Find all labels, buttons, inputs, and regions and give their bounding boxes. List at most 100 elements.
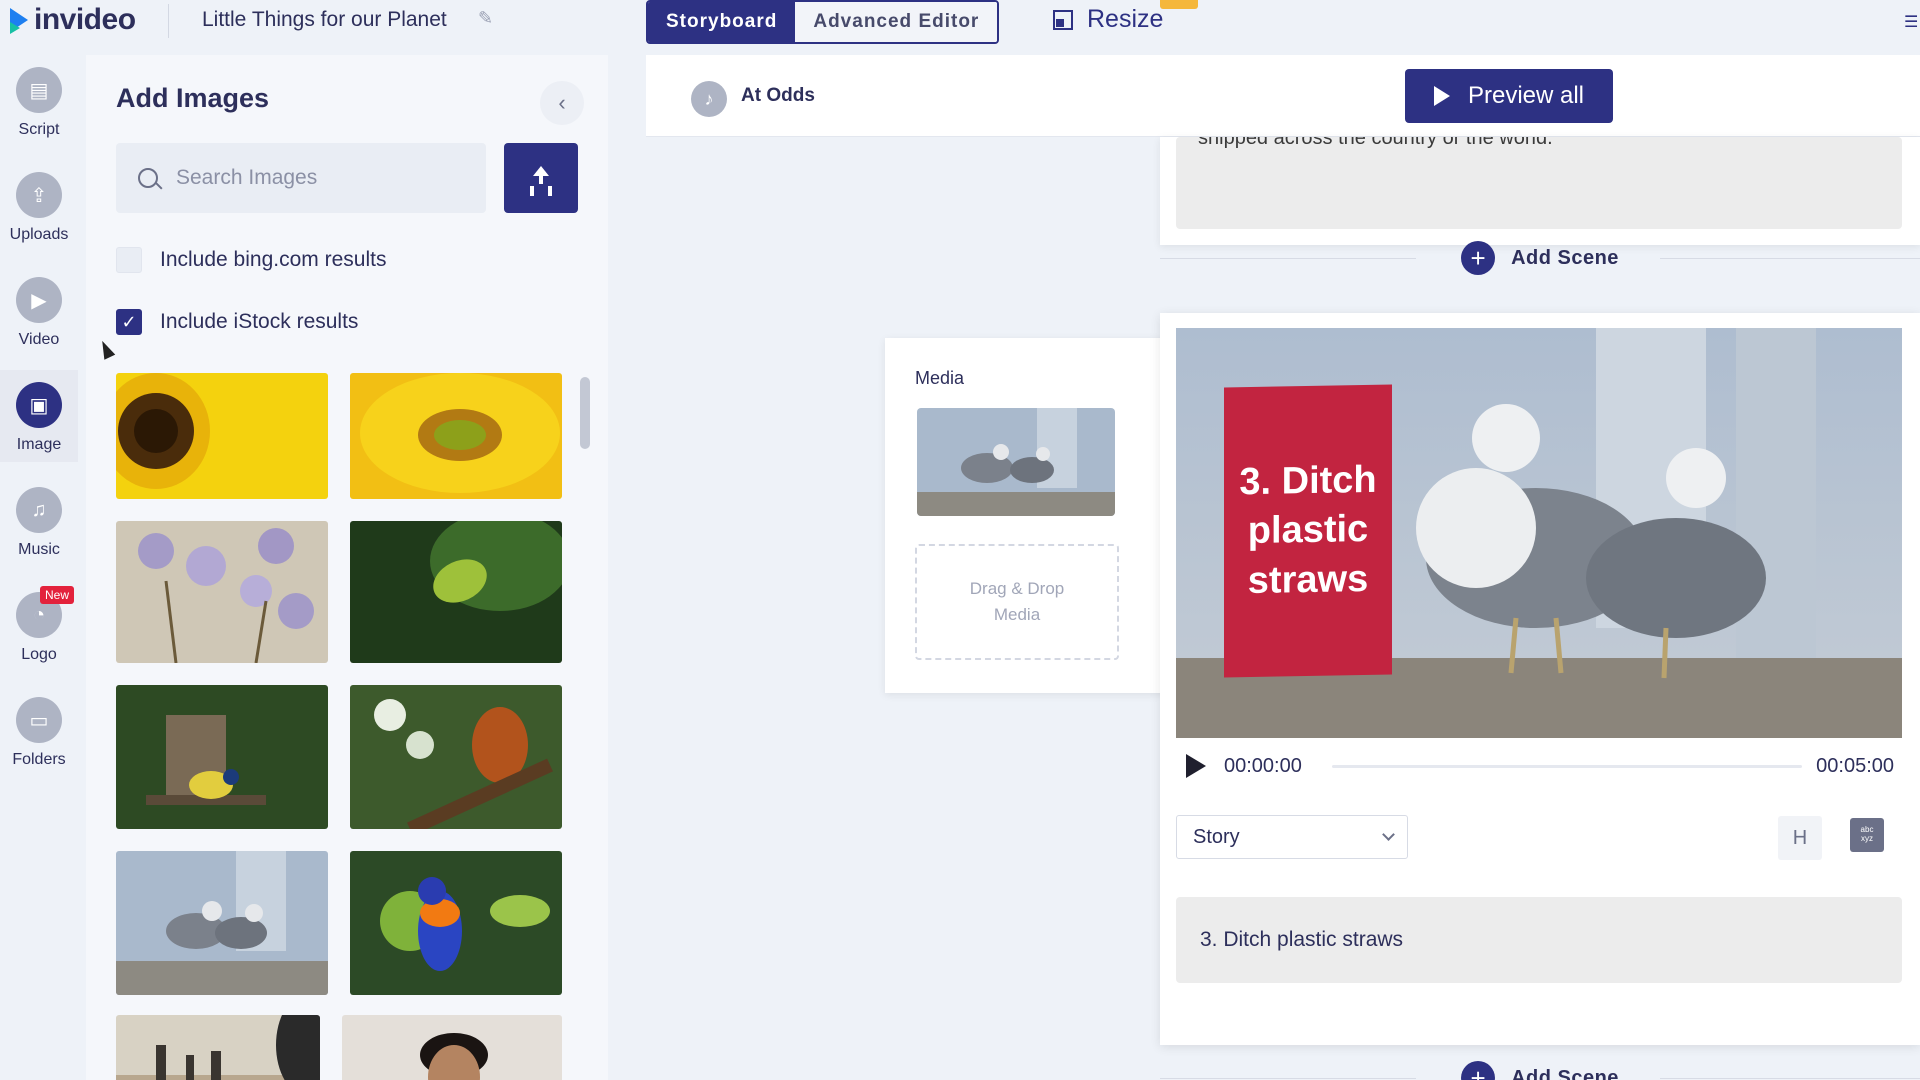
scene-player-controls: 00:00:00 00:05:00 xyxy=(1176,741,1902,791)
image-thumb[interactable] xyxy=(350,521,562,663)
image-thumb[interactable] xyxy=(116,521,328,663)
heading-button[interactable]: H xyxy=(1778,816,1822,860)
panel-scrollbar[interactable] xyxy=(580,377,590,449)
invideo-logo[interactable]: invideo xyxy=(10,2,136,38)
green-bud-image xyxy=(350,521,562,663)
resize-button[interactable]: Resize xyxy=(1053,5,1163,34)
scene-text-box[interactable]: 3. Ditch plastic straws xyxy=(1176,897,1902,983)
chevron-down-icon xyxy=(1382,828,1395,841)
text-case-button[interactable]: abc xyz xyxy=(1850,818,1884,852)
upload-icon xyxy=(530,166,552,190)
rail-item-image[interactable]: ▣ Image xyxy=(0,370,78,462)
rail-item-logo[interactable]: ◔ Logo New xyxy=(0,580,78,672)
timeline-scrubber[interactable] xyxy=(1331,764,1803,768)
panel-title: Add Images xyxy=(116,83,270,113)
media-thumbnail[interactable] xyxy=(917,408,1115,516)
sunflower-image xyxy=(116,373,328,499)
image-thumb[interactable] xyxy=(116,373,328,499)
plus-icon: + xyxy=(1461,1061,1496,1080)
image-icon: ▣ xyxy=(16,382,62,428)
logo-play-icon xyxy=(10,8,28,34)
istock-label: Include iStock results xyxy=(160,310,359,333)
project-title[interactable]: Little Things for our Planet xyxy=(202,8,447,32)
advanced-editor-tab[interactable]: Advanced Editor xyxy=(795,2,998,42)
end-time: 00:05:00 xyxy=(1816,754,1894,777)
portrait-image xyxy=(342,1015,562,1080)
rail-label: Video xyxy=(18,331,60,348)
search-icon xyxy=(138,168,158,188)
rail-label: Logo xyxy=(21,646,57,663)
divider xyxy=(168,4,169,38)
scene-preview[interactable]: 3. Ditch plastic straws xyxy=(1176,328,1902,738)
sunflower-closeup-image xyxy=(350,373,562,499)
image-thumb[interactable] xyxy=(350,373,562,499)
media-drop-zone[interactable]: Drag & Drop Media xyxy=(915,544,1119,660)
add-scene-label: Add Scene xyxy=(1511,246,1619,269)
storyboard-main: ♪ At Odds Preview all shipped across the… xyxy=(646,55,1920,1080)
bing-checkbox[interactable] xyxy=(116,247,142,273)
lavender-flowers-image xyxy=(116,521,328,663)
istock-checkbox[interactable]: ✓ xyxy=(116,309,142,335)
rail-label: Uploads xyxy=(9,226,69,243)
scene-type-select[interactable]: Story xyxy=(1176,815,1408,859)
seagulls-image xyxy=(116,851,328,995)
squirrel-image xyxy=(350,685,562,829)
image-grid xyxy=(116,373,586,1080)
chevron-left-icon: ‹ xyxy=(558,90,566,115)
folder-icon: ▭ xyxy=(16,697,62,743)
istock-option[interactable]: ✓ Include iStock results xyxy=(116,309,358,335)
music-note-icon: ♫ xyxy=(16,487,62,533)
rail-item-video[interactable]: ▶ Video xyxy=(0,265,78,357)
storyboard-tab[interactable]: Storyboard xyxy=(648,2,796,42)
menu-icon[interactable]: ☰ xyxy=(1904,12,1920,31)
media-label: Media xyxy=(915,368,965,388)
new-badge: New xyxy=(40,586,75,604)
bing-option[interactable]: Include bing.com results xyxy=(116,247,386,273)
music-bar: ♪ At Odds Preview all xyxy=(646,55,1920,137)
mode-toggle: Storyboard Advanced Editor xyxy=(646,0,1000,44)
rail-item-uploads[interactable]: ⇪ Uploads xyxy=(0,160,78,252)
logo-text: invideo xyxy=(34,3,136,36)
plus-icon: + xyxy=(1461,241,1496,275)
search-input[interactable] xyxy=(176,166,476,190)
bird-feeder-image xyxy=(116,685,328,829)
scene-text: 3. Ditch plastic straws xyxy=(1200,928,1404,951)
add-scene-button-bottom[interactable]: + Add Scene xyxy=(1160,1060,1920,1080)
media-panel: Media Drag & Drop Media xyxy=(885,338,1169,693)
preview-all-button[interactable]: Preview all xyxy=(1405,69,1613,123)
image-thumb[interactable] xyxy=(350,851,562,995)
rail-item-script[interactable]: ▤ Script xyxy=(0,55,78,147)
previous-scene-text-box[interactable]: shipped across the country or the world. xyxy=(1176,137,1902,229)
upload-icon: ⇪ xyxy=(16,172,62,218)
play-icon xyxy=(1433,86,1450,106)
top-bar: invideo Little Things for our Planet ✎ S… xyxy=(0,0,1920,44)
left-rail: ▤ Script ⇪ Uploads ▶ Video ▣ Image ♫ Mus… xyxy=(0,55,80,1080)
play-icon[interactable] xyxy=(1186,754,1206,778)
add-scene-button[interactable]: + Add Scene xyxy=(1160,240,1920,276)
previous-scene-text: shipped across the country or the world. xyxy=(1198,137,1553,149)
image-thumb[interactable] xyxy=(116,851,328,995)
rail-label: Script xyxy=(18,121,60,138)
script-icon: ▤ xyxy=(16,67,62,113)
scene-caption-overlay[interactable]: 3. Ditch plastic straws xyxy=(1224,384,1392,678)
add-scene-label: Add Scene xyxy=(1511,1066,1619,1080)
previous-scene-card: shipped across the country or the world. xyxy=(1160,137,1920,245)
search-box[interactable] xyxy=(116,143,486,213)
image-thumb[interactable] xyxy=(342,1015,562,1080)
image-thumb[interactable] xyxy=(116,685,328,829)
collapse-panel-button[interactable]: ‹ xyxy=(540,81,584,125)
image-thumb[interactable] xyxy=(116,1015,320,1080)
rail-item-music[interactable]: ♫ Music xyxy=(0,475,78,567)
rail-item-folders[interactable]: ▭ Folders xyxy=(0,685,78,777)
pencil-icon[interactable]: ✎ xyxy=(478,8,498,28)
drop-zone-label: Drag & Drop Media xyxy=(969,578,1065,624)
rail-label: Image xyxy=(16,436,62,453)
upload-image-button[interactable] xyxy=(504,143,578,213)
image-thumb[interactable] xyxy=(350,685,562,829)
family-beach-image xyxy=(116,1015,320,1080)
music-note-icon[interactable]: ♪ xyxy=(691,81,727,117)
rail-label: Folders xyxy=(12,751,66,768)
bing-label: Include bing.com results xyxy=(160,248,387,271)
music-title[interactable]: At Odds xyxy=(741,85,815,107)
preview-label: Preview all xyxy=(1467,82,1585,109)
